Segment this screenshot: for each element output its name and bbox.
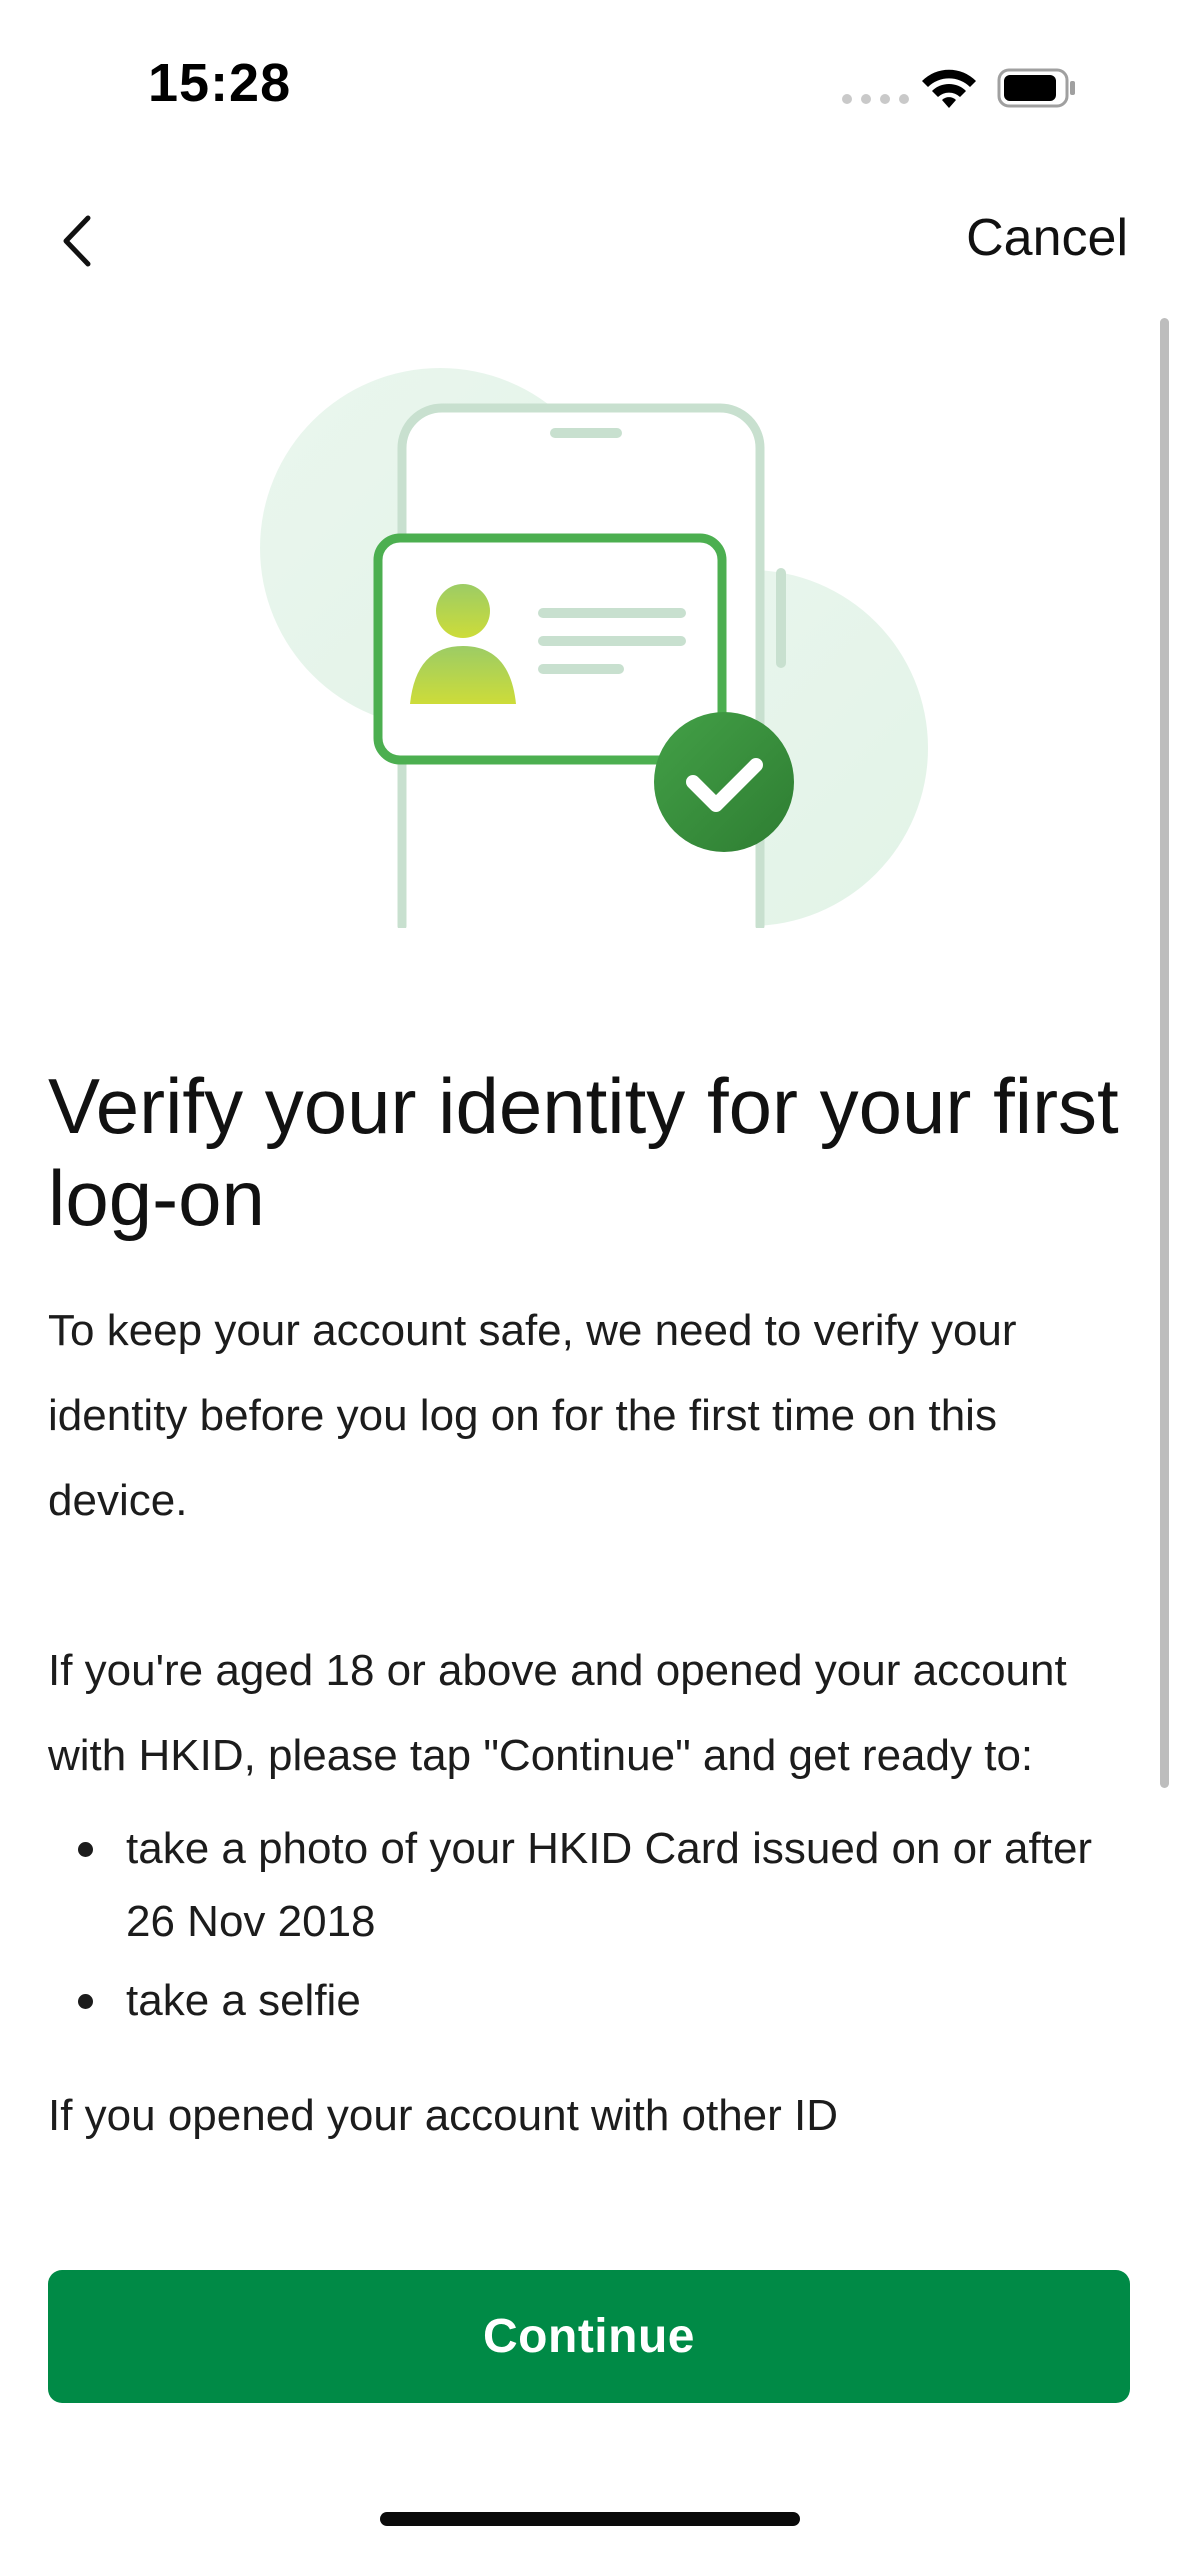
battery-icon — [997, 68, 1075, 108]
page-title: Verify your identity for your first log-… — [48, 1062, 1119, 1242]
cellular-signal-icon — [842, 94, 909, 104]
bullet-icon — [78, 1842, 93, 1857]
scroll-content[interactable]: Verify your identity for your first log-… — [0, 300, 1179, 2240]
status-bar: 15:28 — [0, 0, 1179, 170]
wifi-icon — [922, 69, 976, 108]
content: Verify your identity for your first log-… — [48, 1060, 1128, 2240]
list-item: take a photo of your HKID Card issued on… — [48, 1812, 1128, 1958]
list-item: take a selfie — [48, 1964, 1128, 2037]
requirements-list: take a photo of your HKID Card issued on… — [48, 1812, 1128, 2037]
hkid-instruction-text: If you're aged 18 or above and opened yo… — [48, 1646, 1067, 1780]
home-indicator[interactable] — [380, 2512, 800, 2526]
id-card-verified-illustration — [260, 368, 928, 928]
intro-text: To keep your account safe, we need to ve… — [48, 1306, 1017, 1525]
bullet-icon — [78, 1994, 93, 2009]
other-id-text: If you opened your account with other ID — [48, 2091, 839, 2140]
cancel-button[interactable]: Cancel — [966, 208, 1128, 268]
back-button[interactable] — [52, 208, 104, 274]
scrollbar[interactable] — [1160, 318, 1169, 1788]
continue-button[interactable]: Continue — [48, 2270, 1130, 2403]
status-time: 15:28 — [148, 53, 292, 113]
